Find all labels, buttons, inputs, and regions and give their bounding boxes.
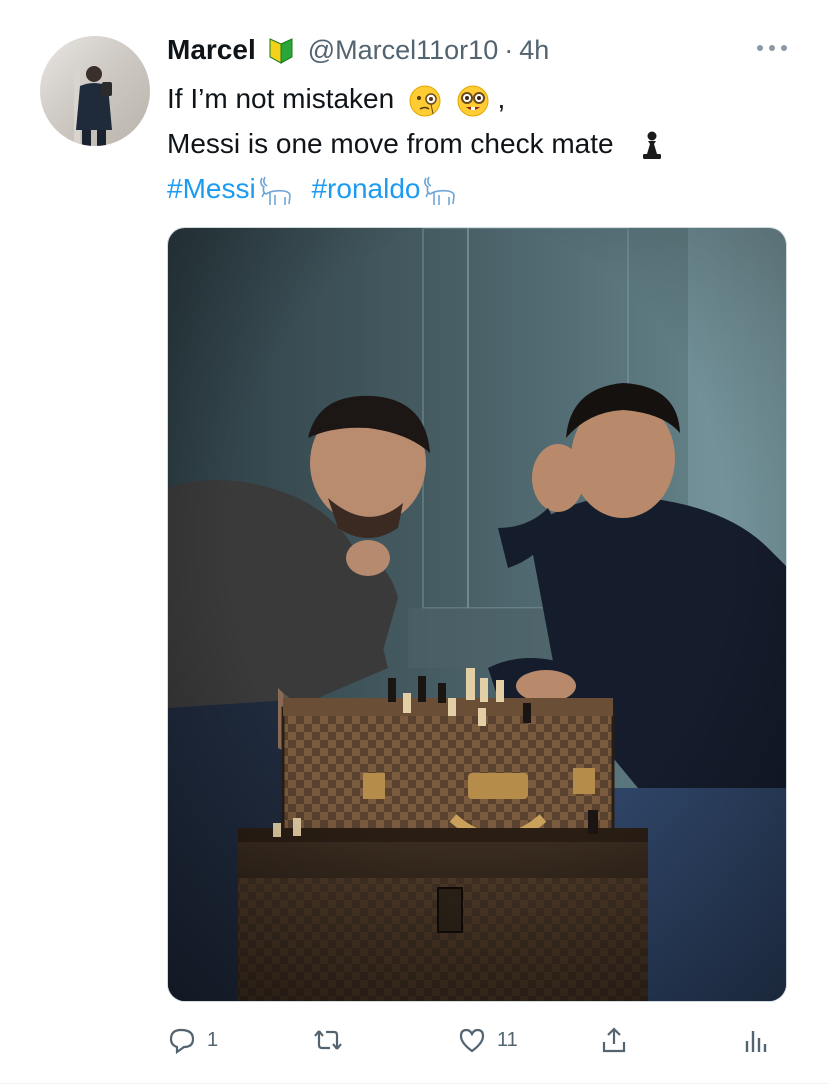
reply-count: 1 [207,1028,219,1051]
face-with-monocle-emoji [409,85,441,117]
tweet-media-photo[interactable] [167,227,787,1002]
analytics-button[interactable] [742,1020,772,1060]
like-count: 11 [497,1028,518,1051]
chess-photo [168,228,786,1001]
divider [0,1083,828,1084]
more-options-icon[interactable] [754,38,790,58]
tweet-line-1-suffix: , [497,83,506,114]
timestamp[interactable]: 4h [519,35,549,66]
retweet-icon [314,1030,342,1050]
hashtags: #Messi #ronaldo [167,166,458,211]
like-button[interactable]: 11 [457,1020,518,1060]
like-icon [459,1028,485,1053]
reply-button[interactable]: 1 [167,1020,218,1060]
tweet-header: Marcel @Marcel11or10 · 4h [167,28,549,72]
goat-emoji-2 [424,176,456,205]
nerd-face-emoji [457,85,489,117]
tweet-line-2: Messi is one move from check mate [167,121,669,166]
tweet-line-2-text: Messi is one move from check mate [167,128,614,159]
chess-pawn-emoji [643,131,662,159]
hashtag-messi[interactable]: #Messi [167,173,256,204]
tweet-actions: 1 11 [167,1020,787,1060]
tweet-line-1-text: If I’m not mistaken [167,83,395,114]
retweet-button[interactable] [313,1020,353,1060]
tweet-line-1: If I’m not mistaken , [167,76,669,121]
share-button[interactable] [599,1020,629,1060]
separator-dot: · [504,34,514,65]
tweet-text: If I’m not mistaken , Messi is one move … [167,76,669,166]
tweet[interactable]: Marcel @Marcel11or10 · 4h If I’m not mis… [0,0,828,1087]
author-handle[interactable]: @Marcel11or10 [308,35,499,66]
reply-icon [169,1028,195,1055]
analytics-icon [745,1031,767,1052]
beginner-leaf-icon [269,38,293,64]
avatar[interactable] [40,36,150,146]
share-icon [602,1027,626,1053]
author-name[interactable]: Marcel [167,34,256,66]
avatar-person-figure [74,60,112,146]
hashtag-ronaldo[interactable]: #ronaldo [311,173,420,204]
goat-emoji [259,176,291,205]
